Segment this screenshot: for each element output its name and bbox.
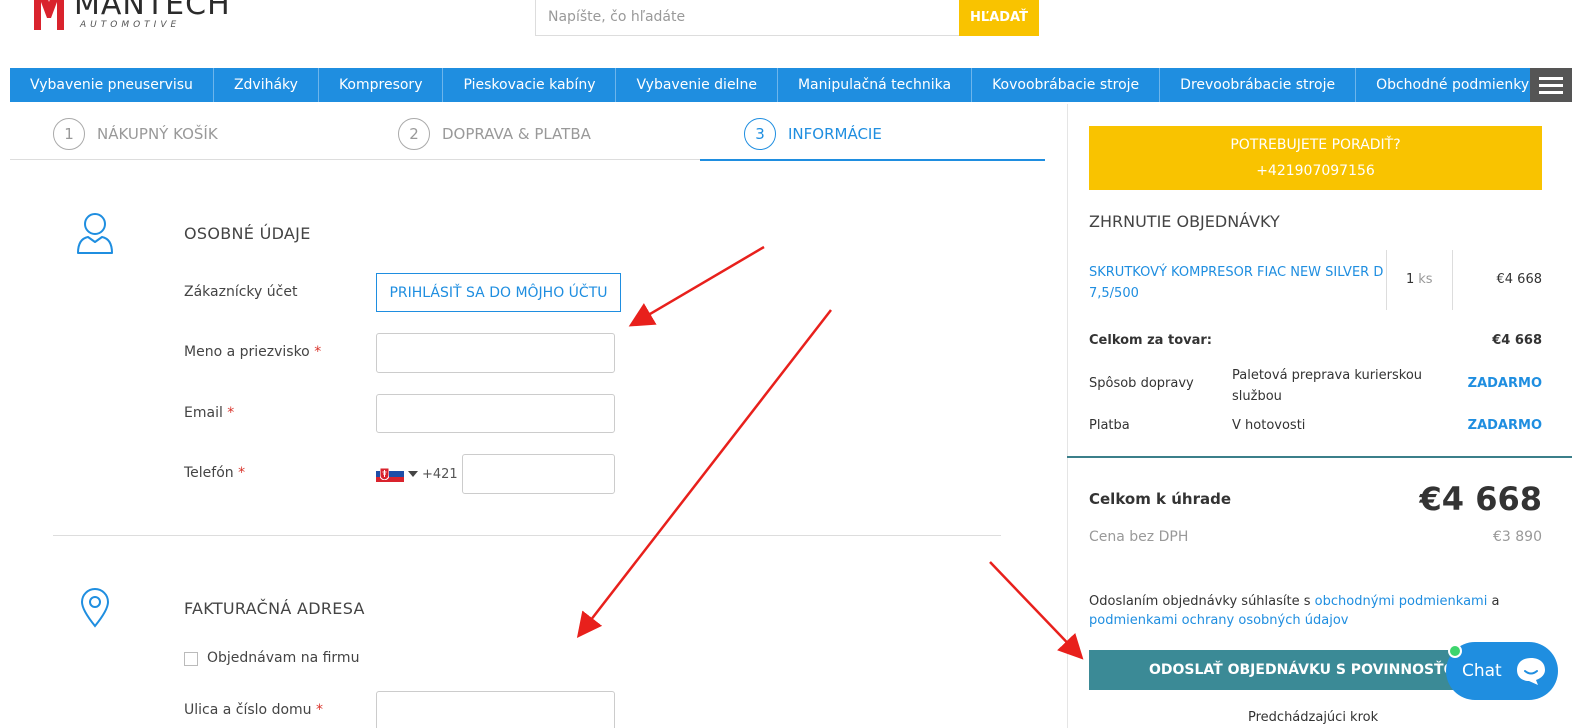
price-without-vat-value: €3 890 <box>1493 529 1542 545</box>
email-input[interactable] <box>376 394 615 433</box>
step-label: DOPRAVA & PLATBA <box>442 125 591 143</box>
phone-country-select[interactable]: +421 <box>376 466 458 482</box>
product-quantity: 1 ks <box>1406 272 1433 287</box>
product-name-link[interactable]: SKRUTKOVÝ KOMPRESOR FIAC NEW SILVER D 7,… <box>1089 262 1384 304</box>
payment-method: V hotovosti <box>1232 418 1306 433</box>
step-information[interactable]: 3 INFORMÁCIE <box>744 118 882 150</box>
chevron-down-icon <box>408 471 418 477</box>
search-input[interactable] <box>535 0 959 36</box>
column-divider <box>1386 250 1387 310</box>
logo-mark-icon <box>34 0 64 30</box>
personal-details-title: OSOBNÉ ÚDAJE <box>184 224 311 243</box>
step-label: NÁKUPNÝ KOŠÍK <box>97 125 218 143</box>
nav-item-kompresory[interactable]: Kompresory <box>319 68 444 102</box>
nav-item-manipulacna-technika[interactable]: Manipulačná technika <box>778 68 973 102</box>
user-icon <box>77 213 113 254</box>
hamburger-menu-icon[interactable] <box>1530 68 1572 102</box>
order-summary-sidebar <box>1067 104 1572 728</box>
step-number: 2 <box>398 118 430 150</box>
street-input[interactable] <box>376 691 615 728</box>
nav-item-kovoobrabacie-stroje[interactable]: Kovoobrábacie stroje <box>972 68 1161 102</box>
phone-prefix-code: +421 <box>422 466 458 482</box>
slovakia-flag-icon <box>376 466 404 482</box>
payment-label: Platba <box>1089 418 1130 433</box>
grand-total-label: Celkom k úhrade <box>1089 490 1232 508</box>
phone-input[interactable] <box>462 454 615 494</box>
name-label: Meno a priezvisko * <box>184 344 322 360</box>
billing-address-title: FAKTURAČNÁ ADRESA <box>184 599 365 618</box>
nav-item-obchodne-podmienky[interactable]: Obchodné podmienky <box>1356 68 1549 102</box>
mantech-logo[interactable]: MANTECH AUTOMOTIVE <box>30 0 231 36</box>
price-without-vat-label: Cena bez DPH <box>1089 529 1189 545</box>
nav-item-vybavenie-dielne[interactable]: Vybavenie dielne <box>616 68 778 102</box>
logo-name: MANTECH <box>74 0 231 22</box>
advice-title: POTREBUJETE PORADIŤ? <box>1230 137 1401 153</box>
advice-phone[interactable]: +421907097156 <box>1089 158 1542 184</box>
advice-banner[interactable]: POTREBUJETE PORADIŤ? +421907097156 <box>1089 126 1542 190</box>
step-cart[interactable]: 1 NÁKUPNÝ KOŠÍK <box>53 118 218 150</box>
previous-step-link[interactable]: Predchádzajúci krok <box>1248 710 1378 725</box>
step-number: 1 <box>53 118 85 150</box>
location-pin-icon <box>80 588 110 628</box>
step-shipping-payment[interactable]: 2 DOPRAVA & PLATBA <box>398 118 591 150</box>
chat-label: Chat <box>1462 661 1502 681</box>
company-order-label: Objednávam na firmu <box>207 650 360 666</box>
checkout-steps: 1 NÁKUPNÝ KOŠÍK 2 DOPRAVA & PLATBA 3 INF… <box>10 104 1045 161</box>
section-divider <box>53 535 1001 536</box>
customer-account-label: Zákaznícky účet <box>184 284 298 300</box>
shipping-method: Paletová preprava kurierskou službou <box>1232 368 1423 404</box>
chat-bubble-icon <box>1517 658 1545 685</box>
shipping-price: ZADARMO <box>1467 376 1542 391</box>
nav-item-zdvihaky[interactable]: Zdviháky <box>214 68 319 102</box>
payment-price: ZADARMO <box>1467 418 1542 433</box>
street-label: Ulica a číslo domu * <box>184 702 323 718</box>
column-divider <box>1452 250 1453 310</box>
terms-notice: Odoslaním objednávky súhlasíte s obchodn… <box>1089 594 1500 628</box>
annotation-arrow <box>576 309 832 638</box>
goods-total-value: €4 668 <box>1492 333 1542 348</box>
terms-link[interactable]: obchodnými podmienkami <box>1315 594 1488 609</box>
nav-item-pieskovacie-kabiny[interactable]: Pieskovacie kabíny <box>443 68 617 102</box>
step-number: 3 <box>744 118 776 150</box>
active-step-underline <box>700 159 1045 161</box>
product-price: €4 668 <box>1496 272 1543 287</box>
nav-item-drevoobrabacie-stroje[interactable]: Drevoobrábacie stroje <box>1160 68 1357 102</box>
step-label: INFORMÁCIE <box>788 125 882 143</box>
order-summary-title: ZHRNUTIE OBJEDNÁVKY <box>1089 212 1280 231</box>
phone-label: Telefón * <box>184 465 246 481</box>
company-order-checkbox[interactable] <box>184 652 198 666</box>
main-navigation: Vybavenie pneuservisu Zdviháky Kompresor… <box>10 68 1572 102</box>
email-label: Email * <box>184 405 235 421</box>
annotation-arrow <box>628 245 765 327</box>
nav-item-vybavenie-pneuservisu[interactable]: Vybavenie pneuservisu <box>10 68 214 102</box>
login-button[interactable]: PRIHLÁSIŤ SA DO MÔJHO ÚČTU <box>376 273 621 312</box>
shipping-label: Spôsob dopravy <box>1089 376 1194 391</box>
search-button[interactable]: HĽADAŤ <box>959 0 1039 36</box>
privacy-link[interactable]: podmienkami ochrany osobných údajov <box>1089 613 1348 628</box>
summary-divider <box>1067 456 1572 458</box>
grand-total-value: €4 668 <box>1419 480 1542 518</box>
goods-total-label: Celkom za tovar: <box>1089 333 1212 348</box>
online-status-dot <box>1448 644 1462 658</box>
chat-widget-button[interactable]: Chat <box>1446 642 1558 700</box>
name-input[interactable] <box>376 333 615 373</box>
search-bar: HĽADAŤ <box>535 0 1039 36</box>
